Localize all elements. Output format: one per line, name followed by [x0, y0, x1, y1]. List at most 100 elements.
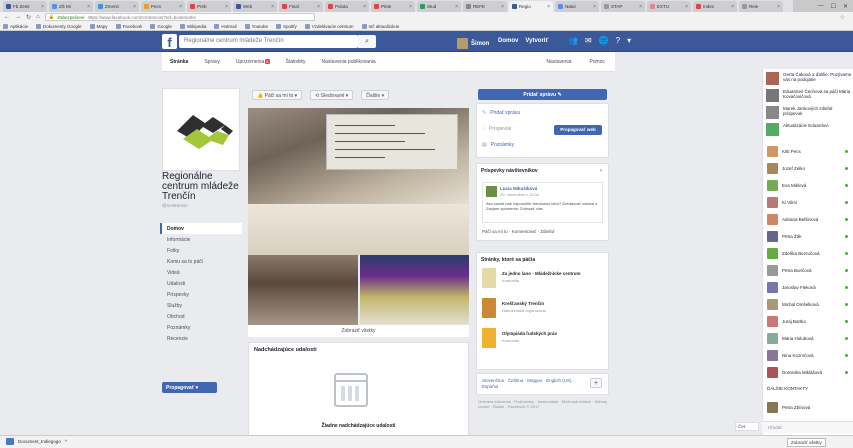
- tab-publishing-tools[interactable]: Nastavenia publikovania: [322, 59, 376, 65]
- visitor-post-actions[interactable]: Páči sa mi to · Komentovať · Zdieľať: [482, 229, 554, 234]
- promote-button[interactable]: Propagovať ▾: [162, 382, 217, 393]
- bookmark-item[interactable]: Inč aktualizácie: [361, 23, 399, 29]
- reload-icon[interactable]: ↻: [26, 14, 31, 21]
- visitor-post-author[interactable]: Lucia Mikušiková: [500, 186, 537, 191]
- close-tab-icon[interactable]: ×: [547, 4, 550, 10]
- activity-item[interactable]: Aktualizácie Eduardovi: [766, 123, 853, 136]
- chat-contact[interactable]: Petra Žák: [767, 230, 853, 243]
- chat-contact[interactable]: Ki Vilmi: [767, 196, 853, 209]
- bookmark-item[interactable]: Aplikácie: [3, 23, 28, 29]
- visitor-post[interactable]: Lucia Mikušiková 20. novembra o 12:04 Ak…: [482, 182, 603, 223]
- chat-contact[interactable]: Adriana Belšinová: [767, 213, 853, 226]
- chat-contact[interactable]: Eva Miklová: [767, 179, 853, 192]
- page-nav-item[interactable]: Poznámky: [160, 322, 242, 333]
- page-nav-item[interactable]: Videá: [160, 267, 242, 278]
- tab-page[interactable]: Stránka: [170, 59, 188, 65]
- like-page-button[interactable]: 👍 Páči sa mi to ▾: [252, 90, 303, 100]
- close-tab-icon[interactable]: ×: [271, 4, 274, 10]
- chevron-down-icon[interactable]: ▾: [627, 36, 631, 45]
- url-field[interactable]: 🔒 Zabezpečené https://www.facebook.com/r…: [44, 13, 315, 21]
- browser-tab[interactable]: Zmenit ×: [95, 1, 139, 12]
- user-profile-link[interactable]: Šimon: [457, 38, 489, 49]
- browser-tab[interactable]: Preb ×: [187, 1, 231, 12]
- browser-tab[interactable]: Pinte ×: [371, 1, 415, 12]
- liked-page-item[interactable]: Olympiáda ľudských práv Komunita: [482, 328, 606, 354]
- bookmark-item[interactable]: Dokumenty Google: [36, 23, 82, 29]
- close-tab-icon[interactable]: ×: [593, 4, 596, 10]
- bookmark-star-icon[interactable]: ☆: [840, 14, 845, 21]
- chevron-up-icon[interactable]: ^: [65, 439, 67, 444]
- liked-page-name[interactable]: Krešťanský Trenčín: [502, 301, 602, 306]
- bookmark-item[interactable]: Wikipedia: [179, 23, 206, 29]
- tab-help[interactable]: Pomoc: [589, 59, 605, 65]
- friends-icon[interactable]: 👥: [568, 36, 578, 45]
- browser-tab[interactable]: Natur ×: [555, 1, 599, 12]
- gallery-photo-markers[interactable]: [359, 255, 469, 325]
- browser-tab[interactable]: Reie ×: [739, 1, 783, 12]
- close-tab-icon[interactable]: ×: [639, 4, 642, 10]
- liked-page-item[interactable]: Za jedno lano - Mládežnícke centrum Komun…: [482, 268, 606, 294]
- browser-tab[interactable]: Fb Zenit ×: [3, 1, 47, 12]
- add-language-button[interactable]: +: [590, 378, 602, 388]
- liked-page-item[interactable]: Krešťanský Trenčín Náboženská organizácia: [482, 298, 606, 324]
- tab-messages[interactable]: Správy: [204, 59, 220, 65]
- notifications-icon[interactable]: 🌐: [599, 36, 609, 45]
- close-icon[interactable]: ✕: [843, 3, 848, 10]
- composer-option-post[interactable]: ✎ Pridať správu: [482, 110, 520, 116]
- browser-tab[interactable]: ZŠ Mi ×: [49, 1, 93, 12]
- liked-page-name[interactable]: Za jedno lano - Mládežnícke centrum: [502, 271, 602, 276]
- facebook-search-input[interactable]: Regionálne centrum mládeže Trenčín: [179, 35, 358, 48]
- chat-contact[interactable]: Petra Buričová: [767, 264, 853, 277]
- bookmark-item[interactable]: Hotmail: [214, 23, 237, 29]
- browser-tab[interactable]: Pecs ×: [141, 1, 185, 12]
- close-tab-icon[interactable]: ×: [41, 4, 44, 10]
- browser-tab[interactable]: STAP ×: [601, 1, 645, 12]
- bookmark-item[interactable]: Youtube: [244, 23, 268, 29]
- bookmark-item[interactable]: Facebook: [115, 23, 142, 29]
- chat-contact[interactable]: Michal Omšelková: [767, 298, 853, 311]
- activity-item[interactable]: Gerta Čaková a ďalšie: Pozývame vás na p…: [766, 72, 853, 85]
- page-handle[interactable]: @rcmtrencin: [162, 203, 188, 208]
- share-post-button[interactable]: Pridať správu ✎: [478, 89, 607, 100]
- forward-icon[interactable]: →: [15, 14, 21, 20]
- bookmark-item[interactable]: Vzdelávacie centrum: [304, 23, 354, 29]
- see-all-photos-link[interactable]: Zobraziť všetky: [248, 325, 469, 337]
- browser-tab[interactable]: Stud ×: [417, 1, 461, 12]
- messages-icon[interactable]: ✉: [585, 36, 592, 45]
- minimize-icon[interactable]: —: [818, 3, 824, 9]
- close-tab-icon[interactable]: ×: [685, 4, 688, 10]
- liked-page-name[interactable]: Olympiáda ľudských práv: [502, 331, 602, 336]
- tab-settings[interactable]: Nastavenia: [546, 59, 571, 65]
- page-nav-item[interactable]: Služby: [160, 300, 242, 311]
- language-links[interactable]: Slovenčina · Čeština · Magyar · English …: [482, 378, 582, 390]
- facebook-logo[interactable]: f: [162, 34, 177, 50]
- close-tab-icon[interactable]: ×: [179, 4, 182, 10]
- chat-button[interactable]: Čet: [735, 422, 759, 431]
- show-all-downloads-button[interactable]: Zobraziť všetky: [787, 438, 826, 447]
- bookmark-item[interactable]: Google: [150, 23, 172, 29]
- page-nav-item[interactable]: Domov: [160, 223, 242, 234]
- chat-contact[interactable]: Jozef Zelko: [767, 162, 853, 175]
- close-tab-icon[interactable]: ×: [409, 4, 412, 10]
- page-nav-item[interactable]: Informácie: [160, 234, 242, 245]
- close-tab-icon[interactable]: ×: [317, 4, 320, 10]
- chat-contact[interactable]: Kitti Pecs: [767, 145, 853, 158]
- composer-option-notes[interactable]: ▤ Poznámky: [482, 142, 514, 148]
- activity-item[interactable]: Eduardovi Čechová sa páči Mária Kovačovi…: [766, 89, 853, 102]
- bookmark-item[interactable]: Mapy: [89, 23, 108, 29]
- close-tab-icon[interactable]: ×: [87, 4, 90, 10]
- browser-tab[interactable]: EXTU ×: [647, 1, 691, 12]
- home-icon[interactable]: ⌂: [36, 14, 40, 20]
- chat-search-input[interactable]: Hľadať: [762, 421, 853, 433]
- browser-tab[interactable]: REFE ×: [463, 1, 507, 12]
- page-nav-item[interactable]: Komu sa to páči: [160, 256, 242, 267]
- footer-links[interactable]: Ochrana súkromia · Podmienky · Inzerovan…: [478, 399, 608, 409]
- home-link[interactable]: Domov: [498, 38, 518, 44]
- chat-contact[interactable]: Dominika Miklášová: [767, 366, 853, 379]
- more-button[interactable]: Ďalšie ▾: [361, 90, 390, 100]
- close-tab-icon[interactable]: ×: [455, 4, 458, 10]
- composer-option-offer[interactable]: ◌ Príspevok: [482, 126, 511, 132]
- chat-contact[interactable]: Nina Kozmčová: [767, 349, 853, 362]
- page-nav-item[interactable]: Fotky: [160, 245, 242, 256]
- chat-contact[interactable]: Juraj Bartko: [767, 315, 853, 328]
